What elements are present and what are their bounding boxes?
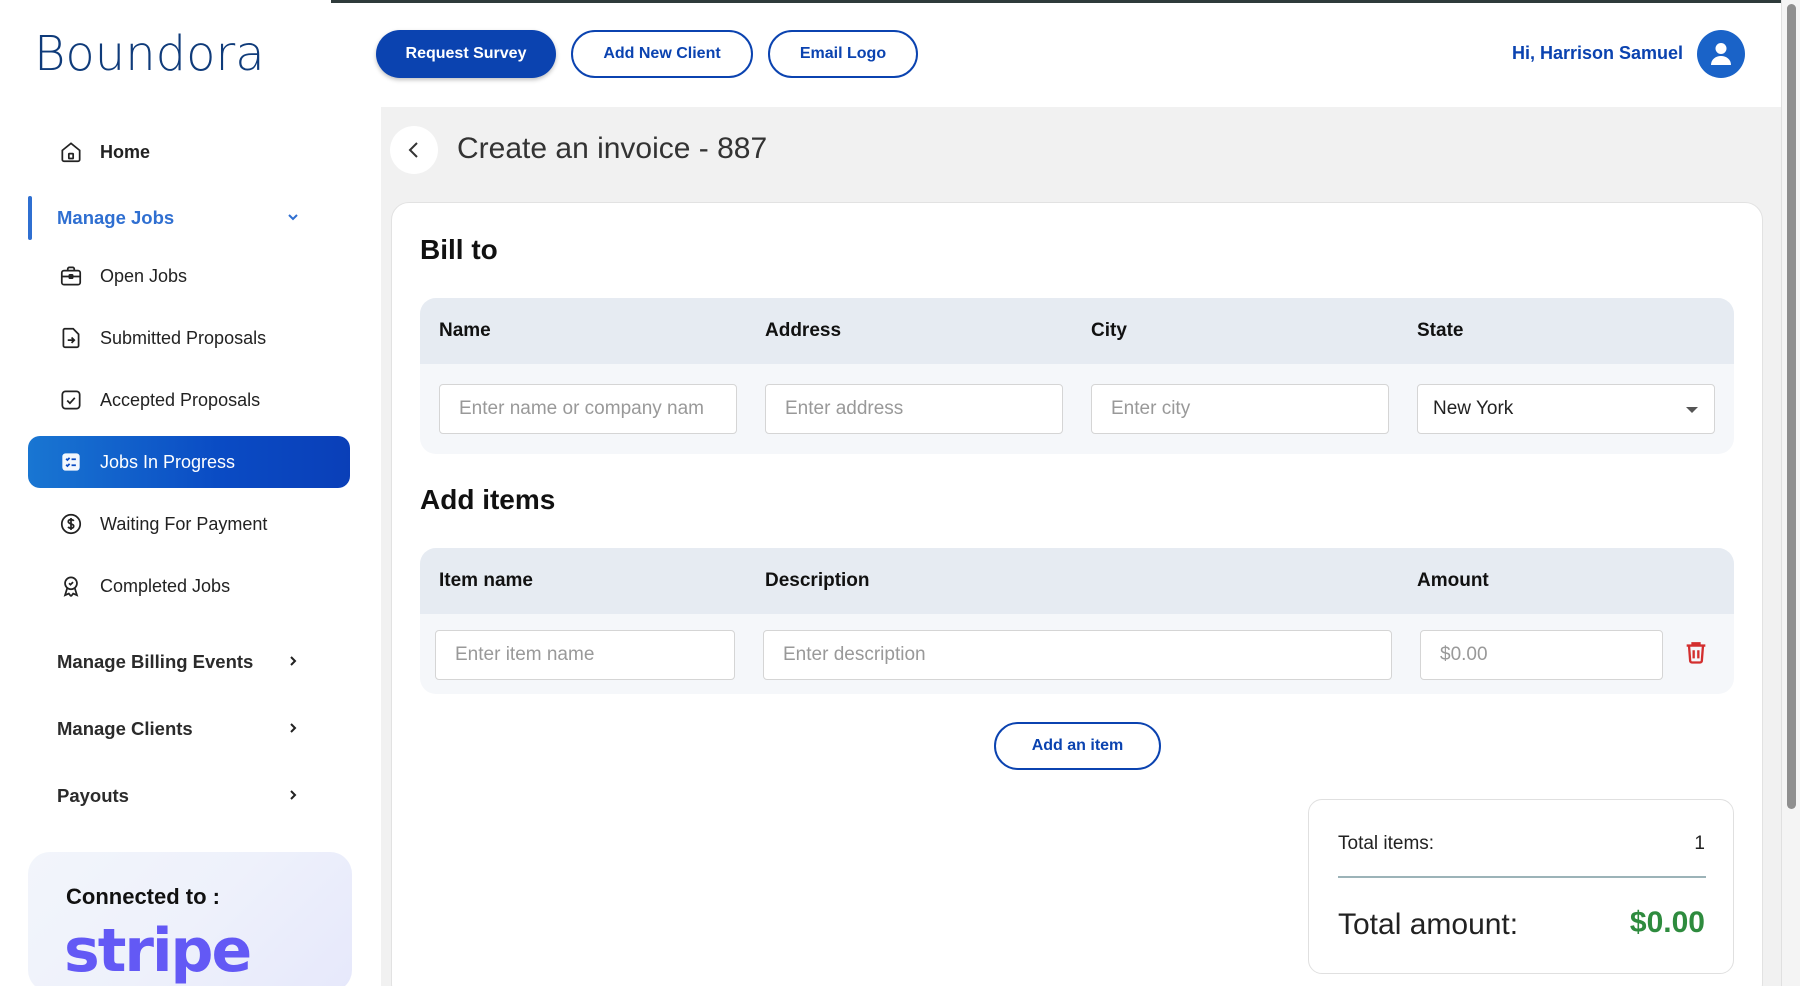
sidebar-item-home[interactable]: Home [28,126,350,178]
chevron-down-icon [288,214,298,221]
bill-to-title: Bill to [420,234,498,265]
home-icon [57,138,85,166]
caret-down-icon [1686,407,1698,413]
add-new-client-button[interactable]: Add New Client [571,30,753,78]
sidebar-item-label: Open Jobs [100,265,188,286]
sidebar-group-manage-clients[interactable]: Manage Clients [28,703,328,755]
page-title: Create an invoice - 887 [457,132,768,165]
sidebar-item-label: Submitted Proposals [100,327,267,348]
sidebar-group-payouts[interactable]: Payouts [28,770,328,822]
chevron-right-icon [290,790,297,800]
back-button[interactable] [390,126,438,174]
sidebar-item-accepted-proposals[interactable]: Accepted Proposals [28,374,350,426]
sidebar-item-open-jobs[interactable]: Open Jobs [28,250,350,302]
table-header: Name Address City State [420,298,1734,364]
column-header-item-name: Item name [439,570,533,591]
checklist-icon [57,448,85,476]
column-header-address: Address [765,320,842,341]
sidebar-group-label: Manage Jobs [57,207,175,228]
sidebar-group-manage-billing-events[interactable]: Manage Billing Events [28,636,328,688]
sidebar: Boundora Home Manage Jobs Open Jobs Subm… [0,0,352,986]
user-greeting: Hi, Harrison Samuel [1512,43,1684,63]
trash-icon[interactable] [1682,638,1710,666]
sidebar-item-jobs-in-progress[interactable]: Jobs In Progress [28,436,350,488]
connected-label: Connected to : [66,884,220,909]
top-border [331,0,1781,3]
sidebar-group-label: Manage Billing Events [57,651,254,672]
total-items-label: Total items: [1338,833,1435,854]
award-icon [57,572,85,600]
sidebar-item-submitted-proposals[interactable]: Submitted Proposals [28,312,350,364]
column-header-state: State [1417,320,1464,341]
sidebar-item-label: Waiting For Payment [100,513,268,534]
briefcase-icon [57,262,85,290]
chevron-left-icon [408,142,418,158]
add-item-button[interactable]: Add an item [994,722,1161,770]
address-input[interactable]: Enter address [765,384,1063,434]
state-select[interactable]: New York [1417,384,1715,434]
dollar-circle-icon [57,510,85,538]
stripe-logo: stripe [64,916,252,986]
column-header-city: City [1091,320,1127,341]
column-header-amount: Amount [1417,570,1489,591]
total-amount-label: Total amount: [1338,908,1519,941]
name-input[interactable]: Enter name or company nam [439,384,737,434]
brand-name: Boundora [34,26,265,82]
column-header-description: Description [765,570,870,591]
city-input[interactable]: Enter city [1091,384,1389,434]
user-icon [1711,43,1731,65]
description-input[interactable]: Enter description [763,630,1392,680]
totals-box: Total items: 1 Total amount: $0.00 [1308,799,1734,974]
amount-input[interactable]: $0.00 [1420,630,1663,680]
page-scrollbar[interactable] [1781,0,1800,986]
totals-divider [1338,876,1706,878]
sidebar-item-completed-jobs[interactable]: Completed Jobs [28,560,350,612]
column-header-name: Name [439,320,491,341]
avatar[interactable] [1697,30,1745,78]
sidebar-item-waiting-for-payment[interactable]: Waiting For Payment [28,498,350,550]
sidebar-item-label: Home [100,141,151,162]
sidebar-group-label: Payouts [57,785,129,806]
chevron-right-icon [290,723,297,733]
total-amount-value: $0.00 [1629,906,1705,939]
state-select-value: New York [1433,398,1514,419]
brand-logo[interactable]: Boundora [34,22,265,78]
table-header: Item name Description Amount [420,548,1734,614]
item-name-input[interactable]: Enter item name [435,630,735,680]
sidebar-item-label: Accepted Proposals [100,389,261,410]
chevron-right-icon [290,656,297,666]
request-survey-button[interactable]: Request Survey [376,30,556,78]
file-arrow-icon [57,324,85,352]
connected-service-card: Connected to : stripe [28,852,352,986]
scrollbar-thumb[interactable] [1787,4,1796,809]
email-logo-button[interactable]: Email Logo [768,30,918,78]
total-items-value: 1 [1694,833,1705,854]
sidebar-item-label: Completed Jobs [100,575,231,596]
add-items-title: Add items [420,484,556,515]
sidebar-group-manage-jobs[interactable]: Manage Jobs [28,192,328,244]
check-square-icon [57,386,85,414]
sidebar-group-label: Manage Clients [57,718,193,739]
sidebar-item-label: Jobs In Progress [100,451,236,472]
